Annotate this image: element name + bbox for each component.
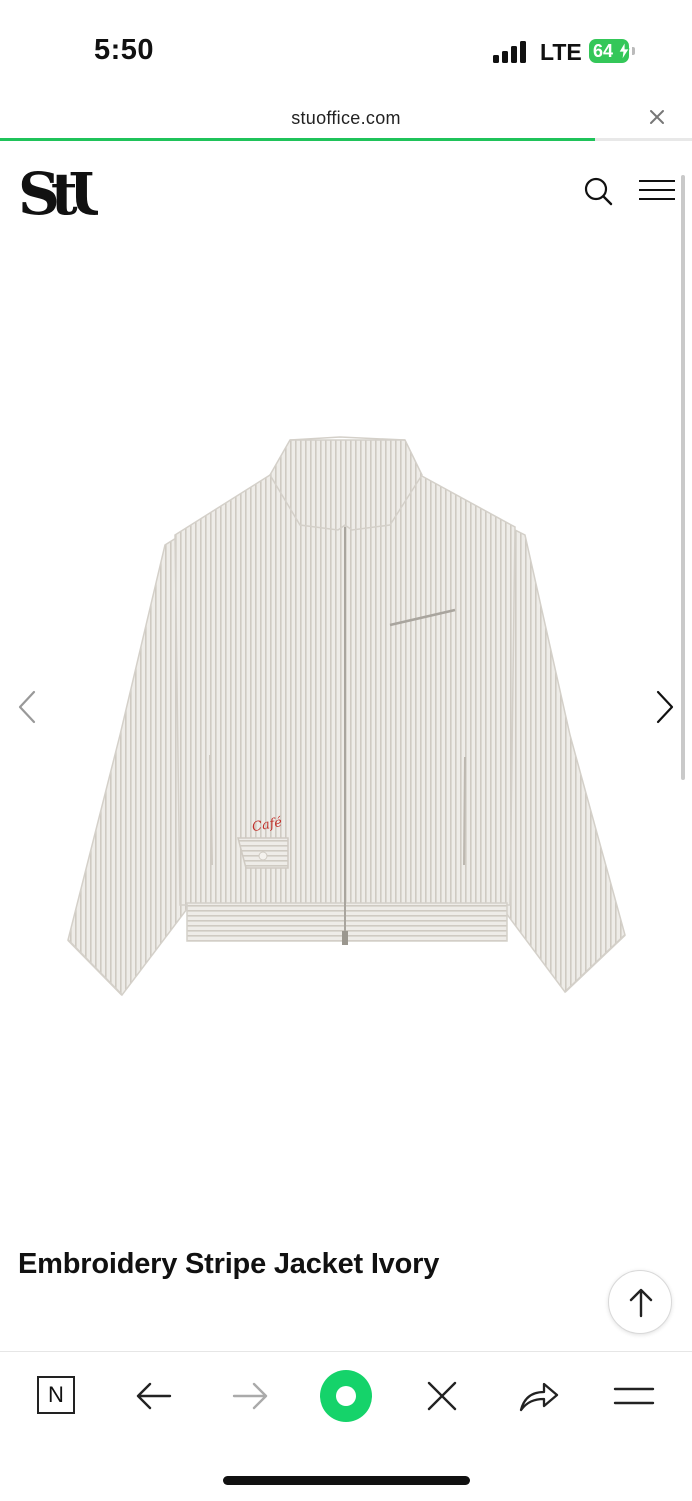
network-type: LTE [540, 39, 582, 65]
site-logo[interactable]: StU [18, 160, 98, 218]
product-title: Embroidery Stripe Jacket Ivory [18, 1248, 440, 1280]
scrollbar[interactable] [681, 175, 685, 780]
battery-tip [632, 47, 635, 55]
chevron-right-icon[interactable] [654, 690, 676, 724]
home-indicator [223, 1476, 470, 1485]
close-icon[interactable] [418, 1372, 466, 1420]
product-image[interactable]: Café [60, 435, 630, 1000]
charging-bolt-icon [618, 42, 630, 60]
back-arrow-icon[interactable] [130, 1372, 178, 1420]
close-icon[interactable] [648, 108, 666, 126]
arrow-up-icon [629, 1288, 653, 1318]
url-text[interactable]: stuoffice.com [0, 108, 692, 129]
page-load-progress-fill [0, 138, 596, 141]
naver-home-button[interactable]: N [37, 1376, 75, 1414]
url-bar[interactable]: stuoffice.com [0, 100, 692, 140]
search-icon[interactable] [582, 175, 614, 207]
forward-arrow-icon[interactable] [226, 1372, 274, 1420]
status-bar: 5:50 LTE 64 [0, 0, 692, 100]
page-load-progress [0, 138, 692, 141]
hamburger-menu-icon[interactable] [639, 180, 675, 202]
menu-icon[interactable] [610, 1372, 658, 1420]
chevron-left-icon[interactable] [16, 690, 38, 724]
logo-text: StU [18, 160, 98, 218]
signal-icon [493, 41, 529, 63]
scroll-to-top-button[interactable] [608, 1270, 672, 1334]
status-time: 5:50 [94, 34, 155, 66]
battery-level: 64 [593, 41, 614, 61]
share-icon[interactable] [514, 1372, 562, 1420]
green-home-button[interactable] [320, 1370, 372, 1422]
